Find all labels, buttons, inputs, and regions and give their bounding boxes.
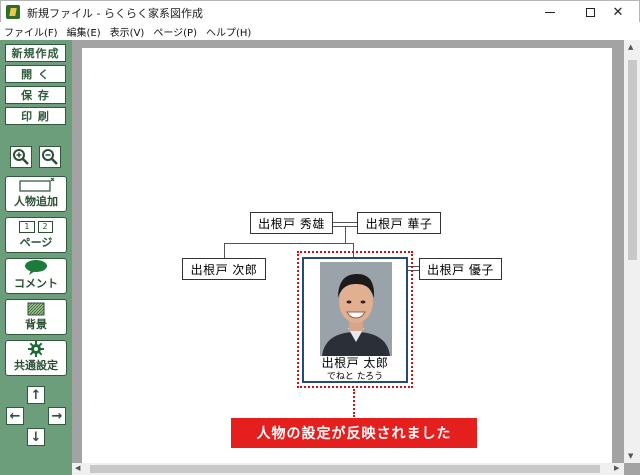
gear-icon bbox=[28, 341, 44, 357]
page-icon: 1 2 bbox=[19, 221, 53, 233]
zoom-out-button[interactable] bbox=[39, 146, 61, 168]
person-father[interactable]: 出根戸 秀雄 bbox=[250, 212, 333, 234]
scroll-right-icon[interactable]: ▶ bbox=[614, 464, 619, 472]
menu-help[interactable]: ヘルプ(H) bbox=[206, 24, 251, 39]
child-drop-line-left bbox=[224, 243, 225, 258]
scroll-up-icon[interactable]: ▲ bbox=[628, 43, 633, 51]
page-label: ページ bbox=[19, 236, 53, 249]
selected-person-kana: でねと たろう bbox=[326, 372, 384, 382]
arrow-up-icon: ↑ bbox=[30, 387, 42, 403]
menu-page[interactable]: ページ(P) bbox=[153, 24, 197, 39]
app-icon bbox=[6, 5, 20, 19]
arrow-down-icon: ↓ bbox=[30, 429, 42, 445]
parents-drop-line bbox=[345, 227, 346, 243]
comment-button[interactable]: コメント bbox=[5, 258, 67, 294]
arrow-left-icon: ← bbox=[9, 408, 21, 424]
comment-icon bbox=[25, 260, 47, 275]
menu-edit[interactable]: 編集(E) bbox=[67, 24, 101, 39]
close-icon: ✕ bbox=[612, 4, 624, 20]
zoom-in-icon bbox=[13, 149, 29, 165]
person-photo bbox=[320, 262, 392, 356]
menu-bar: ファイル(F) 編集(E) 表示(V) ページ(P) ヘルプ(H) bbox=[0, 22, 640, 40]
window-title: 新規ファイル - らくらく家系図作成 bbox=[27, 7, 203, 20]
marriage-line-top bbox=[333, 222, 357, 223]
zoom-in-button[interactable] bbox=[10, 146, 32, 168]
children-bar-line bbox=[224, 243, 354, 244]
left-toolbar: 新規作成 開 く 保 存 印 刷 人物追加 1 2 ページ コメント 背景 共通… bbox=[0, 40, 72, 475]
save-button[interactable]: 保 存 bbox=[5, 86, 66, 104]
settings-button[interactable]: 共通設定 bbox=[5, 340, 67, 376]
page-icon-1: 1 bbox=[19, 221, 35, 233]
move-right-button[interactable]: → bbox=[48, 407, 66, 425]
background-button[interactable]: 背景 bbox=[5, 299, 67, 335]
move-up-button[interactable]: ↑ bbox=[27, 386, 45, 404]
background-icon bbox=[27, 302, 45, 316]
add-person-button[interactable]: 人物追加 bbox=[5, 176, 67, 212]
page-button[interactable]: 1 2 ページ bbox=[5, 217, 67, 253]
notification-toast: 人物の設定が反映されました bbox=[231, 418, 477, 448]
new-file-button[interactable]: 新規作成 bbox=[5, 44, 66, 62]
title-bar: 新規ファイル - らくらく家系図作成 ✕ bbox=[0, 0, 640, 22]
arrow-right-icon: → bbox=[51, 408, 63, 424]
add-person-icon bbox=[19, 177, 55, 192]
scroll-left-icon[interactable]: ◀ bbox=[75, 464, 80, 472]
menu-view[interactable]: 表示(V) bbox=[110, 24, 145, 39]
menu-file[interactable]: ファイル(F) bbox=[4, 24, 58, 39]
minimize-icon bbox=[545, 11, 555, 13]
maximize-icon bbox=[585, 7, 595, 17]
callout-pointer bbox=[353, 389, 355, 417]
person-sibling[interactable]: 出根戸 次郎 bbox=[182, 258, 266, 280]
horizontal-scroll-thumb[interactable] bbox=[90, 465, 600, 473]
open-button[interactable]: 開 く bbox=[5, 65, 66, 83]
move-left-button[interactable]: ← bbox=[6, 407, 24, 425]
settings-label: 共通設定 bbox=[14, 359, 58, 372]
move-down-button[interactable]: ↓ bbox=[27, 428, 45, 446]
vertical-scroll-thumb[interactable] bbox=[628, 60, 637, 260]
person-mother[interactable]: 出根戸 華子 bbox=[357, 212, 441, 234]
comment-label: コメント bbox=[14, 277, 58, 290]
page-icon-2: 2 bbox=[37, 221, 53, 233]
zoom-out-icon bbox=[42, 149, 58, 165]
scroll-down-icon[interactable]: ▼ bbox=[628, 452, 633, 460]
portrait-image bbox=[320, 262, 392, 356]
person-spouse[interactable]: 出根戸 優子 bbox=[419, 258, 502, 280]
add-person-label: 人物追加 bbox=[14, 195, 58, 208]
background-label: 背景 bbox=[25, 318, 47, 331]
print-button[interactable]: 印 刷 bbox=[5, 107, 66, 125]
close-button[interactable]: ✕ bbox=[595, 1, 640, 23]
